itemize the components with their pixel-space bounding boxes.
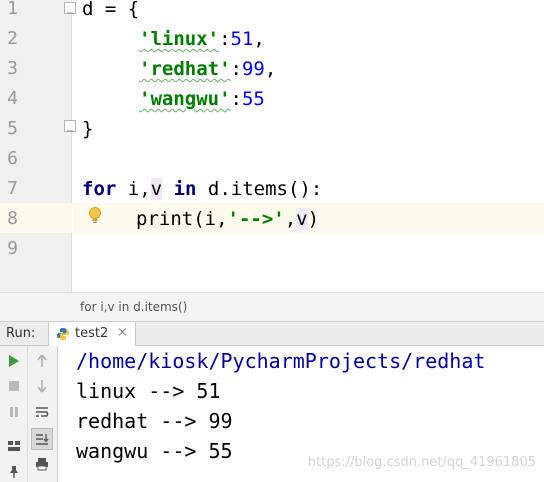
code-token: = — [93, 0, 128, 20]
pause-icon[interactable] — [4, 402, 24, 422]
intention-bulb-icon[interactable] — [88, 206, 102, 228]
run-icon[interactable] — [4, 351, 24, 371]
soft-wrap-icon[interactable] — [32, 402, 52, 422]
stop-icon[interactable] — [4, 376, 24, 396]
code-token: print(i, — [136, 208, 228, 230]
code-line-5[interactable]: } — [82, 114, 93, 144]
line-number: 8 — [7, 208, 18, 229]
line-number: 2 — [7, 28, 18, 49]
code-token: , — [264, 58, 277, 80]
number-token: 99 — [241, 58, 265, 80]
code-line-7[interactable]: for i,v in d.items(): — [82, 174, 322, 204]
line-number: 6 — [7, 148, 18, 169]
code-token: i, — [116, 178, 151, 200]
layout-icon[interactable] — [4, 436, 24, 456]
code-line-8[interactable]: print(i,'-->',v) — [136, 204, 319, 234]
code-token: , — [253, 28, 265, 50]
code-token: ) — [307, 208, 320, 230]
line-number: 3 — [7, 58, 18, 79]
code-line-2[interactable]: 'linux':51, — [139, 24, 265, 54]
number-token: 51 — [230, 28, 254, 50]
code-line-1[interactable]: d = { — [82, 0, 139, 24]
line-number: 7 — [7, 178, 18, 199]
line-number: 5 — [7, 118, 18, 139]
breadcrumb-text[interactable]: for i,v in d.items() — [80, 300, 187, 314]
code-token: d — [82, 0, 94, 20]
code-token: } — [82, 118, 94, 140]
run-toolbar-primary — [0, 346, 28, 482]
code-token: { — [127, 0, 140, 20]
run-toolbar-secondary — [28, 346, 58, 482]
variable-token: v — [150, 178, 163, 200]
run-panel-label: Run: — [6, 326, 36, 341]
keyword-token: in — [162, 178, 208, 200]
close-icon[interactable]: × — [117, 325, 128, 340]
code-token: : — [219, 28, 231, 50]
code-token: : — [230, 88, 242, 110]
scroll-to-end-icon[interactable] — [31, 428, 53, 450]
code-token: : — [230, 58, 242, 80]
keyword-token: for — [82, 178, 117, 200]
console-line: linux --> 51 — [76, 379, 221, 403]
string-token: 'linux' — [139, 28, 220, 50]
string-token: 'redhat' — [139, 58, 231, 80]
up-arrow-icon[interactable] — [32, 351, 52, 371]
fold-icon[interactable] — [64, 120, 76, 132]
number-token: 55 — [241, 88, 265, 110]
breadcrumb[interactable]: for i,v in d.items() — [0, 292, 544, 322]
down-arrow-icon[interactable] — [32, 376, 52, 396]
code-token: d.items(): — [207, 178, 323, 200]
console-line[interactable]: /home/kiosk/PycharmProjects/redhat — [76, 346, 485, 376]
variable-token: v — [296, 208, 308, 230]
python-file-icon — [57, 328, 69, 340]
run-panel-header: Run: test2 × — [0, 322, 544, 346]
line-number: 9 — [7, 238, 18, 259]
print-icon[interactable] — [32, 454, 52, 474]
code-token: , — [284, 208, 297, 230]
code-line-4[interactable]: 'wangwu':55 — [139, 84, 265, 114]
line-number: 1 — [7, 0, 18, 19]
string-token: 'wangwu' — [139, 88, 231, 110]
run-tab-label: test2 — [75, 326, 109, 341]
watermark: https://blog.csdn.net/qq_41961805 — [307, 455, 536, 470]
console-line: wangwu --> 55 — [76, 439, 233, 463]
console-line: redhat --> 99 — [76, 409, 233, 433]
fold-icon[interactable] — [64, 2, 76, 14]
code-line-3[interactable]: 'redhat':99, — [139, 54, 276, 84]
run-tab-test2[interactable]: test2 × — [48, 322, 136, 346]
line-number: 4 — [7, 88, 18, 109]
pin-icon[interactable] — [4, 462, 24, 482]
code-editor[interactable]: 1 2 3 4 5 6 7 8 9 d = { 'linux':51, 'red… — [0, 0, 544, 292]
string-token: '-->' — [227, 208, 285, 230]
